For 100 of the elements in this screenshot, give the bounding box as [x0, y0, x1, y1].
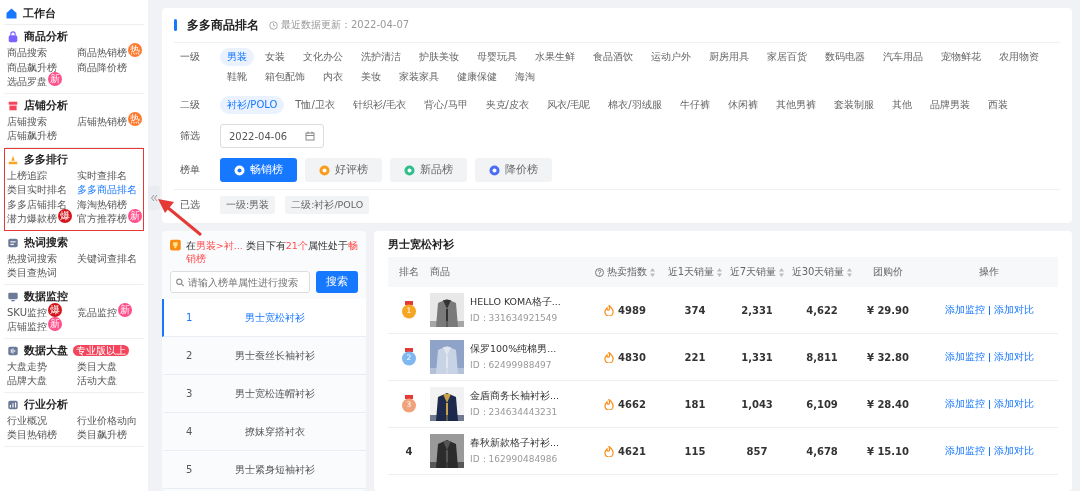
nav-link[interactable]: 活动大盘 — [77, 374, 117, 389]
nav-link[interactable]: SKU监控 — [7, 305, 47, 320]
category-option[interactable]: 套装制服 — [826, 96, 881, 114]
action-link[interactable]: 添加对比 — [993, 350, 1034, 364]
nav-link[interactable]: 大盘走势 — [7, 359, 47, 374]
category-option[interactable]: 男装 — [220, 48, 254, 66]
category-option[interactable]: 休闲裤 — [720, 96, 765, 114]
category-option[interactable]: 汽车用品 — [876, 48, 930, 66]
category-option[interactable]: 其他 — [884, 96, 919, 114]
list-tab[interactable]: 好评榜 — [305, 158, 382, 182]
category-option[interactable]: 衬衫/POLO — [220, 96, 285, 114]
date-field[interactable]: 2022-04-06 — [220, 124, 325, 148]
category-option[interactable]: 棉衣/羽绒服 — [601, 96, 669, 114]
action-link[interactable]: 添加监控 — [944, 350, 985, 364]
search-field[interactable]: 请输入榜单属性进行搜索 — [170, 271, 310, 293]
nav-link[interactable]: 多多商品排名 — [77, 183, 137, 198]
category-option[interactable]: 背心/马甲 — [417, 96, 475, 114]
nav-link[interactable]: 选品罗盘 — [7, 75, 47, 90]
sort-icon[interactable] — [717, 267, 723, 277]
category-option[interactable]: 风衣/毛呢 — [539, 96, 598, 114]
nav-link[interactable]: 商品搜索 — [7, 46, 47, 61]
column-header: 商品 — [430, 265, 450, 279]
nav-link[interactable]: 类目实时排名 — [7, 183, 67, 198]
sort-icon[interactable] — [847, 267, 853, 277]
category-option[interactable]: 食品酒饮 — [586, 48, 640, 66]
nav-link[interactable]: 类目查热词 — [7, 266, 57, 281]
list-tab[interactable]: 新品榜 — [390, 158, 467, 182]
category-option[interactable]: 女装 — [258, 48, 292, 66]
category-option[interactable]: 数码电器 — [818, 48, 872, 66]
nav-link[interactable]: 潜力爆款榜 — [7, 212, 57, 227]
hot-index: 4621 — [618, 445, 646, 457]
filter-label: 已选 — [179, 198, 201, 212]
category-option[interactable]: T恤/卫衣 — [288, 96, 342, 114]
product-name[interactable]: 保罗100%纯棉男... — [470, 342, 557, 356]
category-option[interactable]: 品牌男装 — [922, 96, 977, 114]
category-option[interactable]: 家装家具 — [392, 68, 446, 86]
attribute-item[interactable]: 1 男士宽松衬衫 — [162, 299, 366, 337]
sort-icon[interactable] — [779, 267, 785, 277]
product-name[interactable]: 春秋新款格子衬衫... — [470, 436, 560, 450]
nav-link[interactable]: 多多店铺排名 — [7, 197, 67, 212]
nav-link[interactable]: 行业概况 — [7, 413, 47, 428]
sort-icon[interactable] — [650, 267, 655, 277]
category-option[interactable]: 美妆 — [354, 68, 388, 86]
category-option[interactable]: 牛仔裤 — [672, 96, 717, 114]
nav-link[interactable]: 店铺监控 — [7, 320, 47, 335]
category-option[interactable]: 洗护清洁 — [354, 48, 408, 66]
category-option[interactable]: 箱包配饰 — [258, 68, 312, 86]
category-option[interactable]: 针织衫/毛衣 — [345, 96, 414, 114]
category-option[interactable]: 其他男裤 — [768, 96, 823, 114]
nav-link[interactable]: 行业价格动向 — [77, 413, 137, 428]
action-link[interactable]: 添加监控 — [944, 444, 985, 458]
nav-link[interactable]: 实时查排名 — [77, 168, 127, 183]
nav-link[interactable]: 品牌大盘 — [7, 374, 47, 389]
attribute-item[interactable]: 4 撩妹穿搭衬衣 — [162, 413, 366, 451]
list-tab[interactable]: 降价榜 — [475, 158, 552, 182]
nav-link[interactable]: 店铺热销榜 — [77, 114, 127, 129]
workbench-label[interactable]: 工作台 — [23, 5, 56, 21]
category-option[interactable]: 文化办公 — [296, 48, 350, 66]
category-option[interactable]: 宠物鲜花 — [934, 48, 988, 66]
nav-link[interactable]: 海淘热销榜 — [77, 197, 127, 212]
help-icon[interactable] — [595, 267, 604, 277]
nav-link[interactable]: 类目热销榜 — [7, 428, 57, 443]
collapse-icon[interactable] — [148, 186, 160, 210]
category-option[interactable]: 内衣 — [316, 68, 350, 86]
action-link[interactable]: 添加对比 — [993, 303, 1034, 317]
nav-link[interactable]: 官方推荐榜 — [77, 212, 127, 227]
product-name[interactable]: 金盾商务长袖衬衫... — [470, 389, 560, 403]
nav-link[interactable]: 商品降价榜 — [77, 60, 127, 75]
hot-index: 4662 — [618, 398, 646, 410]
nav-link[interactable]: 类目大盘 — [77, 359, 117, 374]
category-option[interactable]: 水果生鲜 — [528, 48, 582, 66]
category-option[interactable]: 健康保健 — [450, 68, 504, 86]
category-option[interactable]: 鞋靴 — [220, 68, 254, 86]
category-option[interactable]: 农用物资 — [992, 48, 1046, 66]
action-link[interactable]: 添加对比 — [993, 444, 1034, 458]
category-option[interactable]: 母婴玩具 — [470, 48, 524, 66]
attribute-item[interactable]: 3 男士宽松连帽衬衫 — [162, 375, 366, 413]
nav-link[interactable]: 关键词查排名 — [77, 251, 137, 266]
nav-link[interactable]: 类目飙升榜 — [77, 428, 127, 443]
action-link[interactable]: 添加对比 — [993, 397, 1034, 411]
nav-link[interactable]: 热搜词搜索 — [7, 251, 57, 266]
action-link[interactable]: 添加监控 — [944, 397, 985, 411]
category-option[interactable]: 海淘 — [508, 68, 542, 86]
nav-link[interactable]: 竞品监控 — [77, 305, 117, 320]
nav-link[interactable]: 店铺搜索 — [7, 114, 47, 129]
nav-link[interactable]: 店铺飙升榜 — [7, 129, 57, 144]
category-option[interactable]: 西装 — [980, 96, 1015, 114]
list-tab[interactable]: 畅销榜 — [220, 158, 297, 182]
attribute-item[interactable]: 5 男士紧身短袖衬衫 — [162, 451, 366, 489]
category-option[interactable]: 厨房用具 — [702, 48, 756, 66]
nav-link[interactable]: 商品热销榜 — [77, 46, 127, 61]
nav-link[interactable]: 上榜追踪 — [7, 168, 47, 183]
action-link[interactable]: 添加监控 — [944, 303, 985, 317]
category-option[interactable]: 家居百货 — [760, 48, 814, 66]
attribute-item[interactable]: 2 男士蚕丝长袖衬衫 — [162, 337, 366, 375]
product-name[interactable]: HELLO KOMA格子... — [470, 295, 561, 309]
category-option[interactable]: 运动户外 — [644, 48, 698, 66]
category-option[interactable]: 护肤美妆 — [412, 48, 466, 66]
search-button[interactable]: 搜索 — [316, 271, 358, 293]
category-option[interactable]: 夹克/皮衣 — [478, 96, 536, 114]
